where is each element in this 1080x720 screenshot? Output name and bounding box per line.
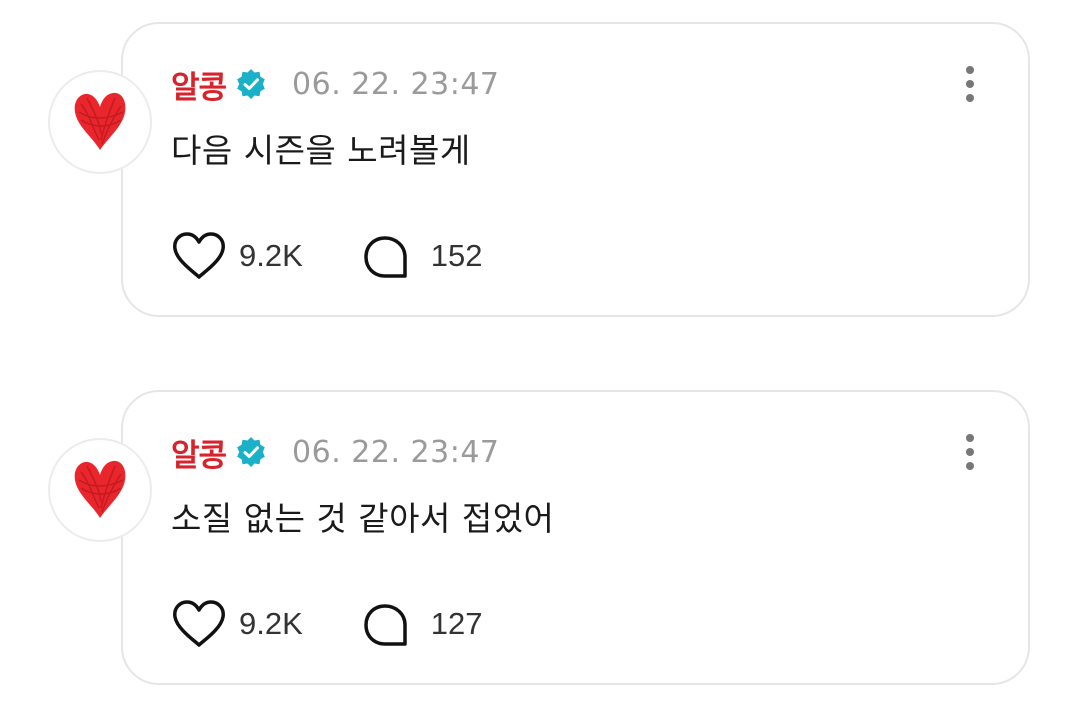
post-card: 알콩 06. 22. 23:47 소질 없는 것 같아서 접었어 9.2K 12… [0,390,1080,690]
more-dot [966,94,974,102]
like-count: 9.2K [239,238,303,273]
author-name[interactable]: 알콩 [171,430,227,475]
red-heart-icon [74,92,126,150]
post-text: 다음 시즌을 노려볼게 [171,131,471,170]
post-text: 소질 없는 것 같아서 접었어 [171,499,555,538]
heart-outline-icon [173,600,225,647]
heart-outline-icon [173,232,225,279]
avatar[interactable] [48,438,152,542]
like-count: 9.2K [239,606,303,641]
post-timestamp: 06. 22. 23:47 [292,434,500,470]
more-dot [966,448,974,456]
author-name[interactable]: 알콩 [171,62,227,107]
comment-count: 152 [430,238,483,273]
more-dot [966,462,974,470]
post-header: 알콩 06. 22. 23:47 [171,62,500,106]
like-button[interactable]: 9.2K [171,599,303,649]
more-options-button[interactable] [960,430,980,474]
like-button[interactable]: 9.2K [171,231,303,281]
post-timestamp: 06. 22. 23:47 [292,66,500,102]
comment-bubble-icon [364,604,407,646]
post-bubble: 알콩 06. 22. 23:47 다음 시즌을 노려볼게 9.2K 152 [121,22,1030,317]
comment-bubble-icon [364,236,407,278]
comment-button[interactable]: 127 [361,600,483,648]
more-vertical-icon [966,66,974,74]
more-dot [966,80,974,88]
more-options-button[interactable] [960,62,980,106]
post-header: 알콩 06. 22. 23:47 [171,430,500,474]
avatar[interactable] [48,70,152,174]
post-actions: 9.2K 152 [171,229,483,283]
verified-badge-icon [234,67,268,101]
comment-count: 127 [430,606,483,641]
post-card: 알콩 06. 22. 23:47 다음 시즌을 노려볼게 9.2K 152 [0,22,1080,322]
thread-feed: 알콩 06. 22. 23:47 다음 시즌을 노려볼게 9.2K 152 알콩… [0,0,1080,720]
post-bubble: 알콩 06. 22. 23:47 소질 없는 것 같아서 접었어 9.2K 12… [121,390,1030,685]
post-actions: 9.2K 127 [171,597,483,651]
verified-badge-icon [234,435,268,469]
red-heart-icon [74,460,126,518]
more-vertical-icon [966,434,974,442]
comment-button[interactable]: 152 [361,232,483,280]
